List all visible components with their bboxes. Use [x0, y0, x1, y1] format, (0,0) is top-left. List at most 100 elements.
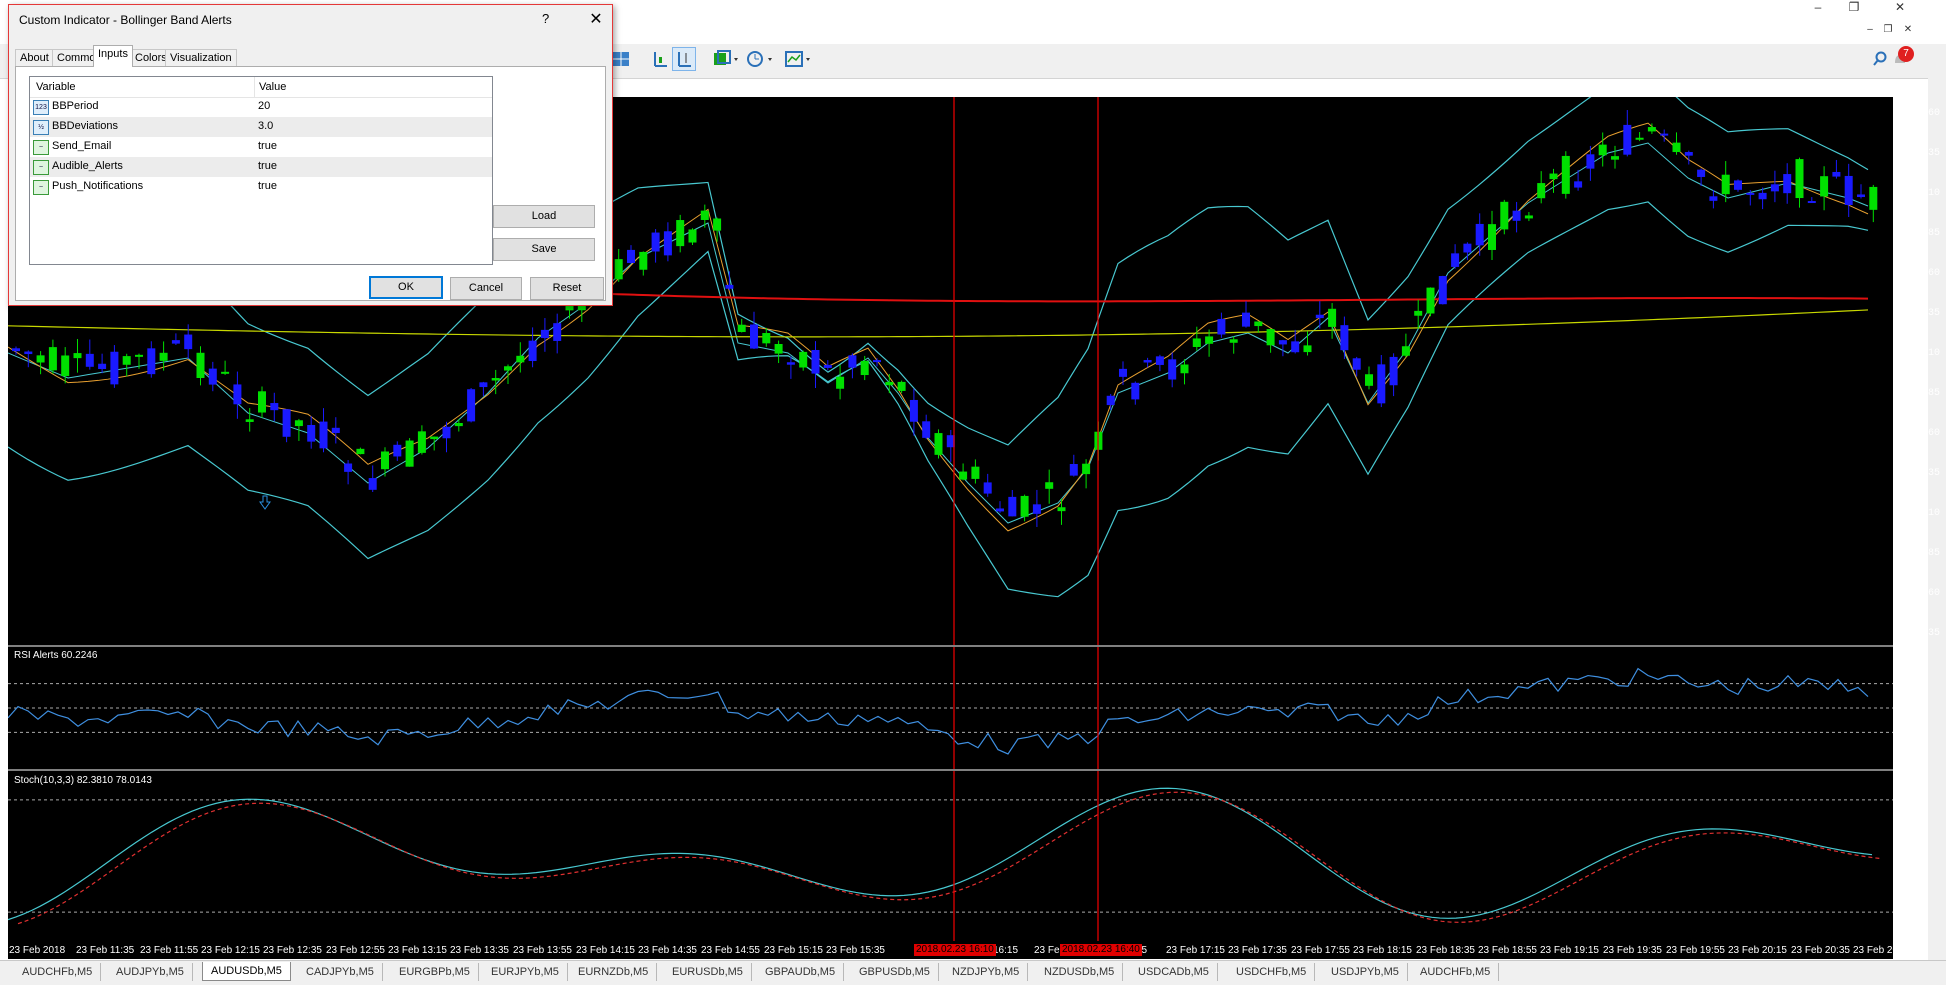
candle-body: [1512, 210, 1521, 221]
input-value[interactable]: true: [258, 140, 277, 152]
candle-body: [1155, 356, 1164, 365]
price-tick-label: 0.78060: [1898, 588, 1941, 599]
candle-body: [983, 482, 992, 494]
input-value[interactable]: true: [258, 180, 277, 192]
templates-icon[interactable]: [782, 47, 814, 71]
candle-body: [848, 355, 857, 368]
symbol-tab[interactable]: NZDJPYb,M5: [944, 963, 1029, 981]
candle-body: [1586, 154, 1595, 169]
candle-body: [1623, 124, 1632, 155]
crosshair-icon[interactable]: [672, 47, 696, 71]
load-button[interactable]: Load: [493, 205, 595, 228]
child-close-button[interactable]: ✕: [1896, 24, 1920, 40]
candle-body: [405, 440, 414, 467]
symbol-tab[interactable]: AUDCHFb,M5: [1412, 963, 1500, 981]
time-tick-label: 23 Feb 18:55: [1478, 945, 1537, 956]
candle-body: [1770, 184, 1779, 192]
medium-ma-line: [8, 309, 1869, 338]
candle-body: [1721, 174, 1730, 195]
candle-body: [836, 376, 845, 389]
candle-body: [971, 466, 980, 479]
candle-body: [24, 351, 33, 355]
candle-body: [1734, 180, 1742, 190]
time-tick-label: 23 Feb 12:35: [263, 945, 322, 956]
symbol-tab[interactable]: USDJPYb,M5: [1323, 963, 1408, 981]
input-value[interactable]: true: [258, 160, 277, 172]
dialog-close-button[interactable]: ✕: [583, 9, 609, 31]
symbol-tab[interactable]: EURJPYb,M5: [483, 963, 568, 981]
rsi-level-label: 50: [1898, 704, 1911, 715]
candle-body: [614, 259, 623, 280]
symbol-tab[interactable]: EURNZDb,M5: [570, 963, 658, 981]
window-close-button[interactable]: ✕: [1888, 0, 1912, 16]
price-tick-label: 0.78260: [1898, 268, 1941, 279]
symbol-tab[interactable]: AUDCHFb,M5: [14, 963, 102, 981]
symbol-tab[interactable]: GBPAUDb,M5: [757, 963, 845, 981]
dialog-title: Custom Indicator - Bollinger Band Alerts: [19, 13, 232, 27]
symbol-tab[interactable]: EURGBPb,M5: [391, 963, 479, 981]
price-tick-label: 0.78160: [1898, 428, 1941, 439]
candle-body: [1857, 194, 1865, 198]
ok-button[interactable]: OK: [369, 276, 443, 299]
symbol-tab[interactable]: GBPUSDb,M5: [851, 963, 939, 981]
candle-body: [294, 420, 303, 427]
candle-body: [1820, 176, 1829, 197]
tab-inputs[interactable]: Inputs: [93, 45, 133, 67]
candle-body: [98, 363, 107, 369]
symbol-tab[interactable]: NZDUSDb,M5: [1036, 963, 1124, 981]
period-separator-icon[interactable]: [648, 47, 672, 71]
input-row-audible-alerts[interactable]: ~ Audible_Alerts true: [30, 157, 492, 177]
candle-body: [221, 371, 230, 374]
symbol-tab[interactable]: AUDJPYb,M5: [108, 963, 193, 981]
candle-body: [1143, 360, 1152, 363]
symbol-tab[interactable]: USDCHFb,M5: [1228, 963, 1316, 981]
save-button[interactable]: Save: [493, 238, 595, 261]
periods-clock-icon[interactable]: [744, 47, 776, 71]
time-tick-label: 23 Fe: [1034, 945, 1060, 956]
inputs-grid[interactable]: Variable Value 123 BBPeriod 20 ½ BBDevia…: [29, 76, 493, 265]
candle-body: [270, 403, 279, 411]
input-row-push-notifications[interactable]: ~ Push_Notifications true: [30, 177, 492, 197]
column-separator[interactable]: [254, 77, 255, 97]
bool-param-icon: ~: [33, 180, 49, 195]
candle-body: [1598, 144, 1607, 156]
reset-button[interactable]: Reset: [530, 277, 604, 300]
input-row-bbperiod[interactable]: 123 BBPeriod 20: [30, 97, 492, 117]
stochastic-pane[interactable]: [8, 771, 1893, 941]
candle-body: [1045, 482, 1054, 489]
window-minimize-button[interactable]: –: [1806, 0, 1830, 16]
window-restore-button[interactable]: ❐: [1842, 0, 1866, 16]
candle-body: [1401, 346, 1410, 356]
candle-body: [1291, 341, 1300, 353]
candle-body: [700, 210, 709, 220]
candle-body: [442, 426, 451, 439]
symbol-tab[interactable]: EURUSDb,M5: [664, 963, 752, 981]
candle-body: [1119, 368, 1127, 377]
symbol-tab[interactable]: AUDUSDb,M5: [202, 962, 291, 981]
price-tick-label: 0.78135: [1898, 468, 1941, 479]
cancel-button[interactable]: Cancel: [450, 277, 522, 300]
candle-body: [688, 229, 697, 243]
custom-indicator-dialog: Custom Indicator - Bollinger Band Alerts…: [8, 4, 613, 306]
decimal-param-icon: ½: [33, 120, 49, 135]
symbol-tab[interactable]: USDCADb,M5: [1130, 963, 1218, 981]
rsi-level-label: 100: [1898, 651, 1917, 662]
input-row-send-email[interactable]: ~ Send_Email true: [30, 137, 492, 157]
candle-body: [430, 436, 439, 440]
input-row-bbdeviations[interactable]: ½ BBDeviations 3.0: [30, 117, 492, 137]
candle-body: [540, 329, 549, 339]
candle-body: [1635, 137, 1644, 140]
tab-visualization[interactable]: Visualization: [165, 49, 237, 67]
rsi-pane[interactable]: [8, 647, 1893, 769]
input-value[interactable]: 3.0: [258, 120, 273, 132]
tab-about[interactable]: About: [15, 49, 54, 67]
column-header-variable[interactable]: Variable: [36, 81, 76, 93]
symbol-tab[interactable]: CADJPYb,M5: [298, 963, 383, 981]
help-button[interactable]: ?: [542, 11, 549, 26]
candle-body: [1684, 152, 1693, 156]
column-header-value[interactable]: Value: [259, 81, 286, 93]
input-value[interactable]: 20: [258, 100, 270, 112]
indicators-list-icon[interactable]: [710, 47, 742, 71]
candle-body: [1008, 496, 1017, 517]
time-tick-label: 23 Feb 11:35: [76, 945, 135, 956]
